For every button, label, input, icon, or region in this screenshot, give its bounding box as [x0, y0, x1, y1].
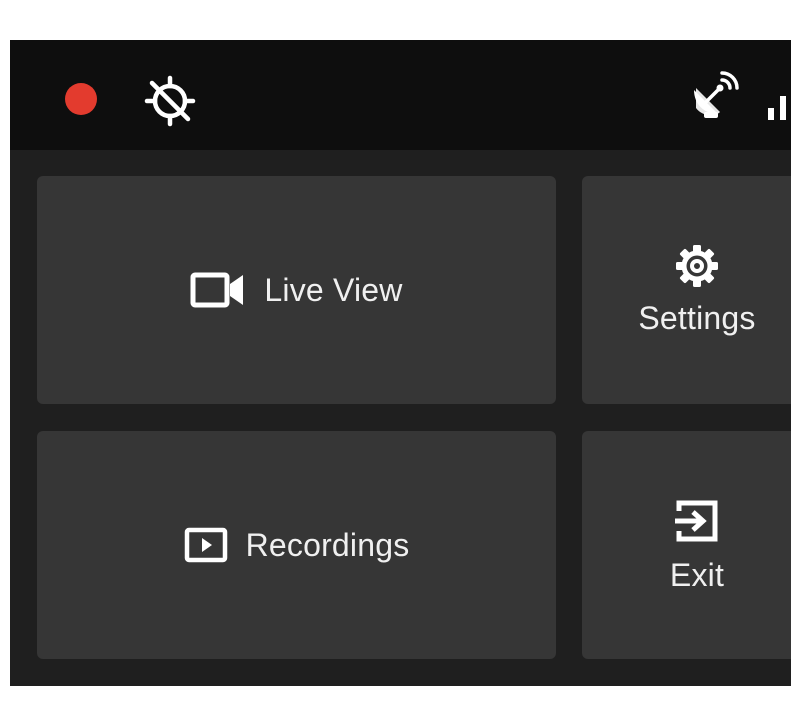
- recordings-label: Recordings: [245, 526, 410, 563]
- video-camera-icon: [190, 270, 246, 310]
- exit-button[interactable]: Exit: [582, 431, 791, 659]
- settings-label: Settings: [638, 299, 756, 336]
- live-view-button[interactable]: Live View: [37, 176, 556, 404]
- recordings-button[interactable]: Recordings: [37, 431, 556, 659]
- exit-label: Exit: [669, 556, 725, 593]
- play-box-icon: [184, 527, 228, 563]
- gear-icon: [675, 244, 719, 288]
- status-bar: [10, 40, 791, 150]
- signal-bars-icon: [768, 96, 786, 120]
- gps-off-icon: [144, 75, 196, 127]
- app-screen: Live View Settings Recordings Exit: [10, 40, 791, 686]
- satellite-dish-icon: [694, 71, 739, 118]
- settings-button[interactable]: Settings: [582, 176, 791, 404]
- live-view-label: Live View: [264, 271, 403, 308]
- recording-indicator-icon: [65, 83, 97, 115]
- exit-icon: [673, 497, 721, 545]
